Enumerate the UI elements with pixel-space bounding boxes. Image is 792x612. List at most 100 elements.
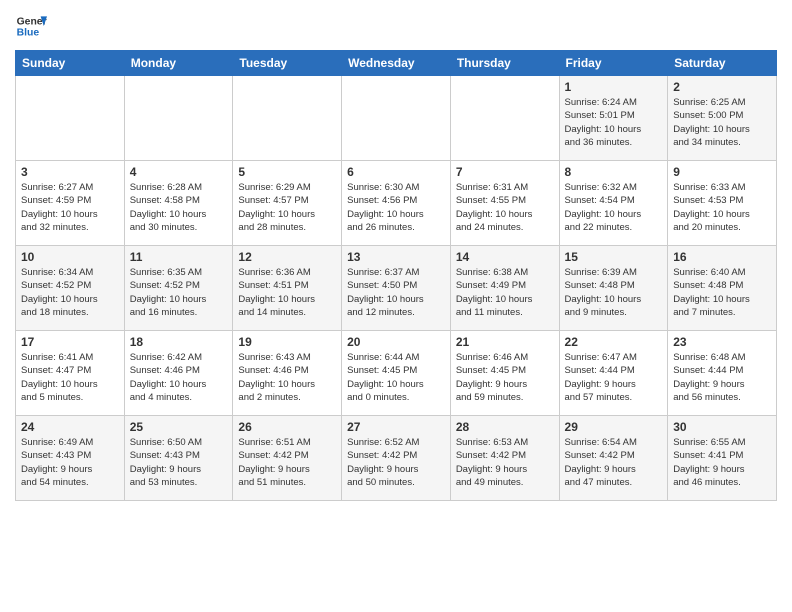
day-number: 14	[456, 250, 554, 264]
calendar-week-row: 3 Sunrise: 6:27 AM Sunset: 4:59 PM Daylig…	[16, 161, 777, 246]
weekday-header-cell: Sunday	[16, 51, 125, 76]
calendar-cell: 30 Sunrise: 6:55 AM Sunset: 4:41 PM Dayli…	[668, 416, 777, 501]
day-number: 30	[673, 420, 771, 434]
weekday-header: SundayMondayTuesdayWednesdayThursdayFrid…	[16, 51, 777, 76]
calendar-cell: 11 Sunrise: 6:35 AM Sunset: 4:52 PM Dayli…	[124, 246, 233, 331]
day-info: Sunrise: 6:31 AM Sunset: 4:55 PM Dayligh…	[456, 181, 554, 234]
calendar-cell: 29 Sunrise: 6:54 AM Sunset: 4:42 PM Dayli…	[559, 416, 668, 501]
day-number: 29	[565, 420, 663, 434]
calendar-cell: 1 Sunrise: 6:24 AM Sunset: 5:01 PM Daylig…	[559, 76, 668, 161]
day-number: 13	[347, 250, 445, 264]
calendar-cell: 24 Sunrise: 6:49 AM Sunset: 4:43 PM Dayli…	[16, 416, 125, 501]
calendar-cell: 15 Sunrise: 6:39 AM Sunset: 4:48 PM Dayli…	[559, 246, 668, 331]
day-number: 18	[130, 335, 228, 349]
day-info: Sunrise: 6:55 AM Sunset: 4:41 PM Dayligh…	[673, 436, 771, 489]
day-number: 28	[456, 420, 554, 434]
calendar-cell: 13 Sunrise: 6:37 AM Sunset: 4:50 PM Dayli…	[342, 246, 451, 331]
day-info: Sunrise: 6:42 AM Sunset: 4:46 PM Dayligh…	[130, 351, 228, 404]
svg-text:Blue: Blue	[17, 28, 40, 39]
day-info: Sunrise: 6:53 AM Sunset: 4:42 PM Dayligh…	[456, 436, 554, 489]
day-number: 15	[565, 250, 663, 264]
calendar-week-row: 17 Sunrise: 6:41 AM Sunset: 4:47 PM Dayli…	[16, 331, 777, 416]
day-info: Sunrise: 6:51 AM Sunset: 4:42 PM Dayligh…	[238, 436, 336, 489]
calendar-week-row: 1 Sunrise: 6:24 AM Sunset: 5:01 PM Daylig…	[16, 76, 777, 161]
calendar-cell: 3 Sunrise: 6:27 AM Sunset: 4:59 PM Daylig…	[16, 161, 125, 246]
day-number: 1	[565, 80, 663, 94]
day-info: Sunrise: 6:39 AM Sunset: 4:48 PM Dayligh…	[565, 266, 663, 319]
calendar-cell: 26Sunrise: 6:51 AM Sunset: 4:42 PM Dayli…	[233, 416, 342, 501]
day-number: 4	[130, 165, 228, 179]
calendar-cell: 20 Sunrise: 6:44 AM Sunset: 4:45 PM Dayli…	[342, 331, 451, 416]
day-info: Sunrise: 6:43 AM Sunset: 4:46 PM Dayligh…	[238, 351, 336, 404]
calendar-cell	[450, 76, 559, 161]
day-number: 6	[347, 165, 445, 179]
day-number: 8	[565, 165, 663, 179]
day-number: 11	[130, 250, 228, 264]
day-info: Sunrise: 6:54 AM Sunset: 4:42 PM Dayligh…	[565, 436, 663, 489]
weekday-header-cell: Monday	[124, 51, 233, 76]
day-number: 20	[347, 335, 445, 349]
day-number: 17	[21, 335, 119, 349]
day-info: Sunrise: 6:41 AM Sunset: 4:47 PM Dayligh…	[21, 351, 119, 404]
calendar-cell: 9 Sunrise: 6:33 AM Sunset: 4:53 PM Daylig…	[668, 161, 777, 246]
day-number: 16	[673, 250, 771, 264]
calendar-cell: 12 Sunrise: 6:36 AM Sunset: 4:51 PM Dayli…	[233, 246, 342, 331]
day-info: Sunrise: 6:27 AM Sunset: 4:59 PM Dayligh…	[21, 181, 119, 234]
calendar-cell: 19 Sunrise: 6:43 AM Sunset: 4:46 PM Dayli…	[233, 331, 342, 416]
day-info: Sunrise: 6:25 AM Sunset: 5:00 PM Dayligh…	[673, 96, 771, 149]
day-info: Sunrise: 6:32 AM Sunset: 4:54 PM Dayligh…	[565, 181, 663, 234]
day-number: 5	[238, 165, 336, 179]
calendar-table: SundayMondayTuesdayWednesdayThursdayFrid…	[15, 50, 777, 501]
logo: General Blue	[15, 10, 47, 42]
calendar-cell: 22 Sunrise: 6:47 AM Sunset: 4:44 PM Dayli…	[559, 331, 668, 416]
calendar-cell: 5 Sunrise: 6:29 AM Sunset: 4:57 PM Daylig…	[233, 161, 342, 246]
day-number: 24	[21, 420, 119, 434]
calendar-cell	[233, 76, 342, 161]
day-number: 12	[238, 250, 336, 264]
calendar-cell: 6Sunrise: 6:30 AM Sunset: 4:56 PM Daylig…	[342, 161, 451, 246]
calendar-body: 1 Sunrise: 6:24 AM Sunset: 5:01 PM Daylig…	[16, 76, 777, 501]
day-info: Sunrise: 6:38 AM Sunset: 4:49 PM Dayligh…	[456, 266, 554, 319]
day-info: Sunrise: 6:33 AM Sunset: 4:53 PM Dayligh…	[673, 181, 771, 234]
calendar-cell: 27Sunrise: 6:52 AM Sunset: 4:42 PM Dayli…	[342, 416, 451, 501]
calendar-cell: 2 Sunrise: 6:25 AM Sunset: 5:00 PM Daylig…	[668, 76, 777, 161]
day-info: Sunrise: 6:37 AM Sunset: 4:50 PM Dayligh…	[347, 266, 445, 319]
calendar-week-row: 24 Sunrise: 6:49 AM Sunset: 4:43 PM Dayli…	[16, 416, 777, 501]
day-info: Sunrise: 6:35 AM Sunset: 4:52 PM Dayligh…	[130, 266, 228, 319]
calendar-cell: 23 Sunrise: 6:48 AM Sunset: 4:44 PM Dayli…	[668, 331, 777, 416]
day-info: Sunrise: 6:52 AM Sunset: 4:42 PM Dayligh…	[347, 436, 445, 489]
calendar-cell: 28 Sunrise: 6:53 AM Sunset: 4:42 PM Dayli…	[450, 416, 559, 501]
day-info: Sunrise: 6:46 AM Sunset: 4:45 PM Dayligh…	[456, 351, 554, 404]
day-number: 25	[130, 420, 228, 434]
calendar-cell: 7Sunrise: 6:31 AM Sunset: 4:55 PM Daylig…	[450, 161, 559, 246]
calendar-week-row: 10Sunrise: 6:34 AM Sunset: 4:52 PM Dayli…	[16, 246, 777, 331]
weekday-header-cell: Tuesday	[233, 51, 342, 76]
day-number: 22	[565, 335, 663, 349]
day-info: Sunrise: 6:36 AM Sunset: 4:51 PM Dayligh…	[238, 266, 336, 319]
day-info: Sunrise: 6:48 AM Sunset: 4:44 PM Dayligh…	[673, 351, 771, 404]
calendar-cell: 14 Sunrise: 6:38 AM Sunset: 4:49 PM Dayli…	[450, 246, 559, 331]
day-info: Sunrise: 6:28 AM Sunset: 4:58 PM Dayligh…	[130, 181, 228, 234]
logo-icon: General Blue	[15, 10, 47, 42]
weekday-header-cell: Friday	[559, 51, 668, 76]
weekday-header-cell: Saturday	[668, 51, 777, 76]
day-number: 23	[673, 335, 771, 349]
day-number: 9	[673, 165, 771, 179]
calendar-cell: 25 Sunrise: 6:50 AM Sunset: 4:43 PM Dayli…	[124, 416, 233, 501]
day-info: Sunrise: 6:50 AM Sunset: 4:43 PM Dayligh…	[130, 436, 228, 489]
day-info: Sunrise: 6:24 AM Sunset: 5:01 PM Dayligh…	[565, 96, 663, 149]
day-info: Sunrise: 6:47 AM Sunset: 4:44 PM Dayligh…	[565, 351, 663, 404]
day-number: 10	[21, 250, 119, 264]
day-info: Sunrise: 6:44 AM Sunset: 4:45 PM Dayligh…	[347, 351, 445, 404]
day-number: 2	[673, 80, 771, 94]
day-number: 19	[238, 335, 336, 349]
calendar-cell: 17 Sunrise: 6:41 AM Sunset: 4:47 PM Dayli…	[16, 331, 125, 416]
day-info: Sunrise: 6:40 AM Sunset: 4:48 PM Dayligh…	[673, 266, 771, 319]
page: General Blue SundayMondayTuesdayWednesda…	[0, 0, 792, 612]
header: General Blue	[15, 10, 777, 42]
weekday-header-cell: Wednesday	[342, 51, 451, 76]
day-info: Sunrise: 6:29 AM Sunset: 4:57 PM Dayligh…	[238, 181, 336, 234]
day-info: Sunrise: 6:49 AM Sunset: 4:43 PM Dayligh…	[21, 436, 119, 489]
day-number: 3	[21, 165, 119, 179]
calendar-cell: 10Sunrise: 6:34 AM Sunset: 4:52 PM Dayli…	[16, 246, 125, 331]
